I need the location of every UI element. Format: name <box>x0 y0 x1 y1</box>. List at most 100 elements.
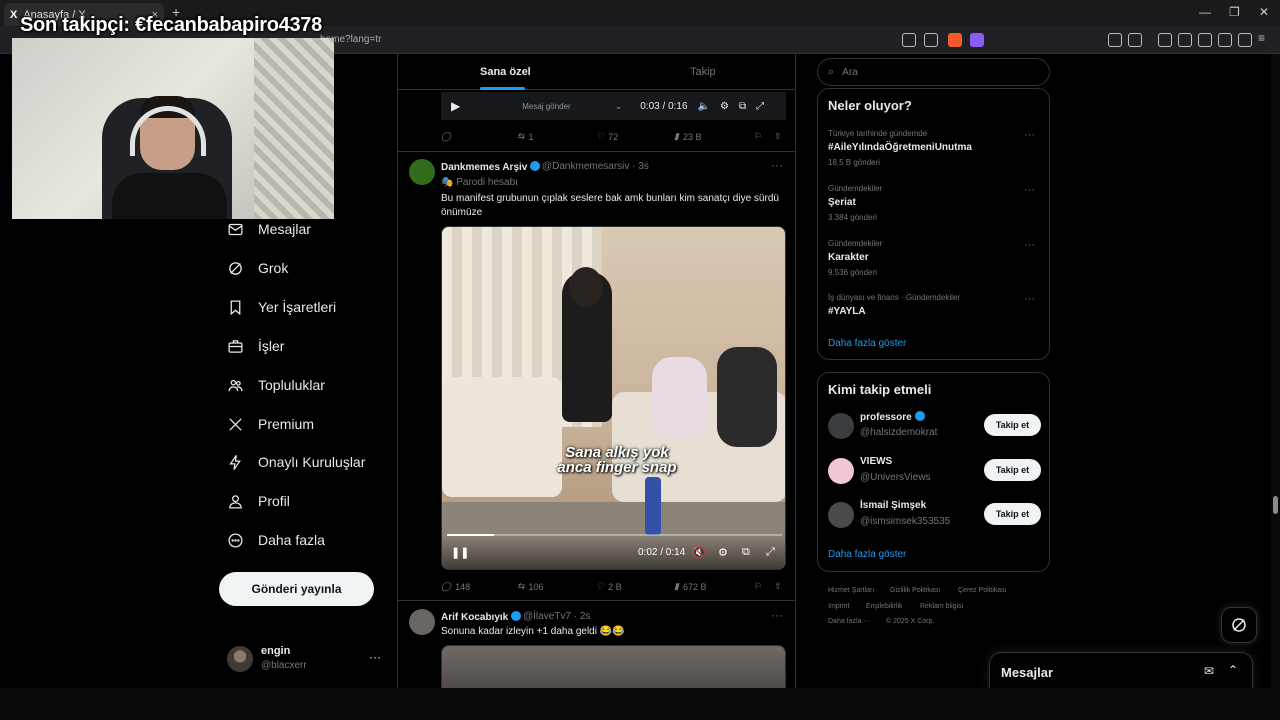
follow-suggestion[interactable]: professore @halsizdemokrat Takip et <box>828 411 1041 441</box>
retweet-button[interactable]: ⇆ 106 <box>517 581 544 592</box>
follow-button[interactable]: Takip et <box>984 414 1041 436</box>
footer-terms-link[interactable]: Hizmet Şartları <box>828 587 874 594</box>
reply-button[interactable]: ◯ <box>441 131 455 142</box>
sidebar-icon[interactable] <box>1178 33 1192 47</box>
trend-item[interactable]: Gündemdekiler Karakter 9.536 gönderi ··· <box>828 239 1041 277</box>
trends-show-more-link[interactable]: Daha fazla göster <box>828 338 906 349</box>
account-switcher[interactable]: engin @blacxerr ··· <box>227 642 387 678</box>
ai-icon[interactable] <box>1218 33 1232 47</box>
grok-button[interactable] <box>1221 607 1257 643</box>
follow-suggestion[interactable]: İsmail Şimşek @ismsimsek353535 Takip et <box>828 500 1041 530</box>
fullscreen-icon[interactable]: ⤢ <box>756 101 764 112</box>
nav-item-messages[interactable]: Mesajlar <box>226 217 311 241</box>
search-input[interactable] <box>842 66 1023 78</box>
nav-item-jobs[interactable]: İşler <box>226 334 284 358</box>
who-show-more-link[interactable]: Daha fazla göster <box>828 549 906 560</box>
footer-more-link[interactable]: Daha fazla ··· <box>828 618 870 625</box>
bookmark-button[interactable]: ⚐ <box>754 581 762 592</box>
trends-panel: Neler oluyor? Türkiye tarihinde gündemde… <box>817 88 1050 360</box>
more-icon[interactable]: ··· <box>1024 239 1035 251</box>
views-button[interactable]: ▮ 23 B <box>674 131 701 142</box>
extensions-icon[interactable] <box>1108 33 1122 47</box>
avatar[interactable] <box>828 458 854 484</box>
share-icon[interactable] <box>924 33 938 47</box>
trend-item[interactable]: İş dünyası ve finans · Gündemdekiler #YA… <box>828 293 1041 317</box>
tab-following[interactable]: Takip <box>690 66 716 78</box>
close-window-icon[interactable]: ✕ <box>1259 5 1269 19</box>
avatar[interactable] <box>828 413 854 439</box>
expand-icon[interactable]: ⌃ <box>1228 663 1238 677</box>
more-icon[interactable]: ··· <box>771 158 783 172</box>
footer-ads-info-link[interactable]: Reklam bilgisi <box>920 603 963 610</box>
footer-accessibility-link[interactable]: Erişilebilirlik <box>866 603 903 610</box>
follow-button[interactable]: Takip et <box>984 459 1041 481</box>
follow-suggestion[interactable]: VIEWS @UniversViews Takip et <box>828 456 1041 486</box>
nav-item-profile[interactable]: Profil <box>226 489 290 513</box>
vpn-icon[interactable] <box>1238 33 1252 47</box>
follow-button[interactable]: Takip et <box>984 503 1041 525</box>
views-button[interactable]: ▮ 672 B <box>674 581 706 592</box>
maximize-icon[interactable]: ❐ <box>1229 5 1240 19</box>
menu-icon[interactable]: ≡ <box>1258 31 1272 45</box>
pip-icon[interactable]: ⧉ <box>742 546 750 559</box>
footer-cookie-link[interactable]: Çerez Politikası <box>958 587 1007 594</box>
fullscreen-icon[interactable]: ⤢ <box>766 546 775 559</box>
rewards-icon[interactable] <box>970 33 984 47</box>
reader-icon[interactable] <box>1128 33 1142 47</box>
more-icon[interactable]: ··· <box>369 650 381 664</box>
tweet-author[interactable]: Arif Kocabıyık <box>441 611 522 623</box>
dm-input[interactable]: Mesaj gönder <box>522 102 570 111</box>
avatar[interactable] <box>409 609 435 635</box>
wallet-icon[interactable] <box>1198 33 1212 47</box>
chevron-down-icon[interactable]: ⌄ <box>615 101 623 112</box>
nav-item-grok[interactable]: Grok <box>226 256 288 280</box>
page-scrollbar[interactable] <box>1271 54 1280 688</box>
minimize-icon[interactable]: — <box>1199 5 1211 19</box>
tab-for-you[interactable]: Sana özel <box>480 66 531 78</box>
like-button[interactable]: ♡ 2 B <box>596 581 622 592</box>
trend-item[interactable]: Gündemdekiler Şeriat 3.384 gönderi ··· <box>828 184 1041 222</box>
pip-icon[interactable]: ⧉ <box>739 101 746 112</box>
tweet-video[interactable]: Sana alkış yok anca finger snap ❚❚ 0:02 … <box>441 226 786 570</box>
avatar[interactable] <box>409 159 435 185</box>
nav-item-more[interactable]: Daha fazla <box>226 528 325 552</box>
search-bar[interactable]: ⌕ <box>817 58 1050 86</box>
play-icon[interactable]: ▶ <box>451 99 460 113</box>
post-button[interactable]: Gönderi yayınla <box>219 572 374 606</box>
author-name: Arif Kocabıyık <box>441 612 509 623</box>
more-icon[interactable]: ··· <box>1024 129 1035 141</box>
like-button[interactable]: ♡ 72 <box>596 131 618 142</box>
tweet-handle[interactable]: @İlaveTv7 · 2s <box>523 611 590 622</box>
footer-imprint-link[interactable]: Imprint <box>828 603 849 610</box>
retweet-button[interactable]: ⇆ 1 <box>517 131 534 142</box>
new-message-icon[interactable]: ✉ <box>1204 664 1214 678</box>
cast-icon[interactable] <box>902 33 916 47</box>
volume-icon[interactable]: 🔈 <box>698 101 710 112</box>
nav-item-premium[interactable]: Premium <box>226 412 314 436</box>
tweet-handle[interactable]: @Dankmemesarsiv · 3s <box>542 161 649 172</box>
scrollbar-thumb[interactable] <box>1273 496 1278 514</box>
trend-item[interactable]: Türkiye tarihinde gündemde #AileYılındaÖ… <box>828 129 1041 167</box>
nav-item-bookmarks[interactable]: Yer İşaretleri <box>226 295 336 319</box>
messages-drawer[interactable]: Mesajlar ✉ ⌃ <box>989 652 1253 692</box>
bookmark-button[interactable]: ⚐ <box>754 131 762 142</box>
more-icon[interactable]: ··· <box>771 608 783 622</box>
tweet-media[interactable] <box>441 645 786 688</box>
footer-privacy-link[interactable]: Gizlilik Politikası <box>890 587 940 594</box>
suggestion-name: VIEWS <box>860 456 893 467</box>
share-icon[interactable]: ⇧ <box>774 131 782 142</box>
more-icon[interactable]: ··· <box>1024 184 1035 196</box>
settings-icon[interactable]: ⚙ <box>718 546 728 559</box>
more-icon[interactable]: ··· <box>1024 293 1035 305</box>
avatar[interactable] <box>828 502 854 528</box>
reply-button[interactable]: ◯ 148 <box>441 581 470 592</box>
nav-item-communities[interactable]: Topluluklar <box>226 373 325 397</box>
music-icon[interactable] <box>1158 33 1172 47</box>
mute-icon[interactable]: 🔇 <box>692 546 706 559</box>
nav-item-verified-orgs[interactable]: Onaylı Kuruluşlar <box>226 450 365 474</box>
share-icon[interactable]: ⇧ <box>774 581 782 592</box>
settings-icon[interactable]: ⚙ <box>720 101 729 112</box>
brave-shield-icon[interactable] <box>948 33 962 47</box>
pause-icon[interactable]: ❚❚ <box>451 546 469 559</box>
tweet-author[interactable]: Dankmemes Arşiv <box>441 161 541 173</box>
